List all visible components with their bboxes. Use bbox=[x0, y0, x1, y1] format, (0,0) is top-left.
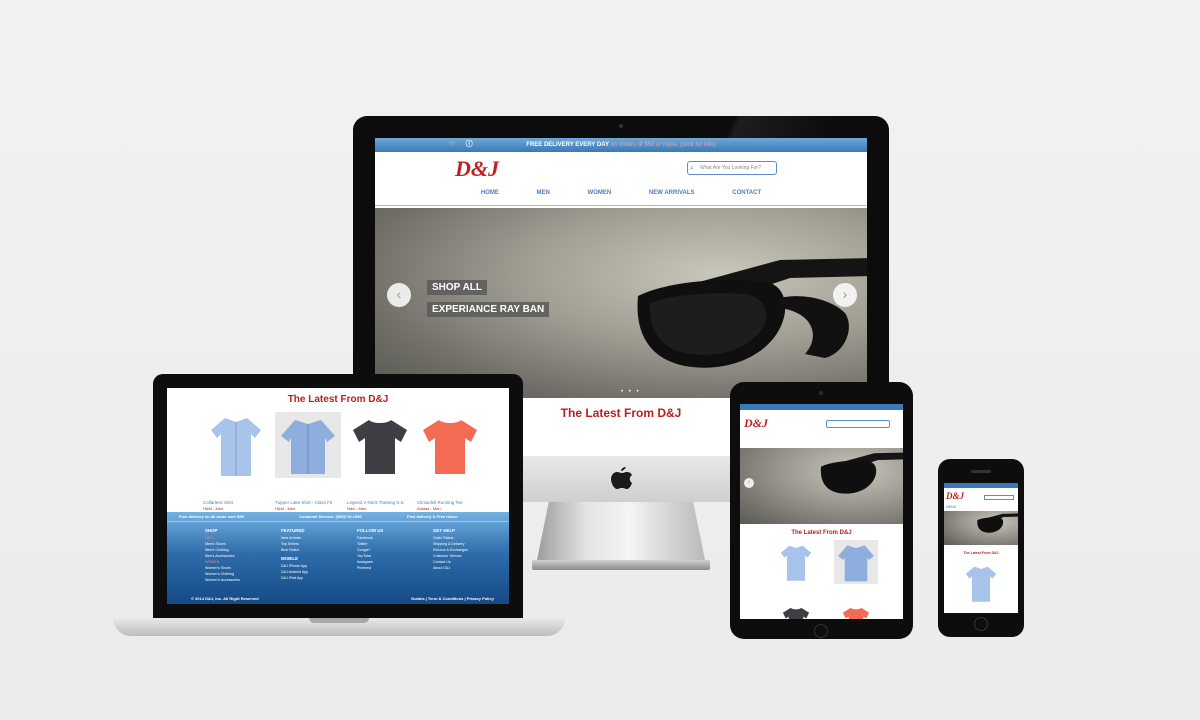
product-card[interactable]: Tupper Lake Shirt - Class Fit H&M - Men … bbox=[275, 412, 341, 519]
footer-link-pinterest[interactable]: Pinterest bbox=[357, 565, 383, 571]
macbook-base bbox=[113, 618, 565, 636]
iphone-device: D&J MENU The Latest From D&J bbox=[938, 459, 1024, 637]
latest-heading: The Latest From D&J bbox=[791, 530, 852, 536]
speaker bbox=[971, 470, 991, 473]
camera bbox=[819, 391, 823, 395]
footer-legal-links[interactable]: Guides | Term & Conditions | Privacy Pol… bbox=[411, 596, 494, 601]
home-button[interactable] bbox=[814, 624, 828, 638]
sunglasses-image bbox=[977, 513, 1018, 533]
product-image[interactable] bbox=[203, 412, 269, 478]
promo-topbar bbox=[740, 404, 903, 410]
brand-logo[interactable]: D&J bbox=[455, 156, 499, 182]
nav-women[interactable]: WOMEN bbox=[588, 190, 612, 196]
carousel-prev-button[interactable]: ‹ bbox=[387, 283, 411, 307]
nav-home[interactable]: HOME bbox=[481, 190, 499, 196]
copyright-text: © 2014 D&J, Inc. All Right Reserved bbox=[191, 596, 259, 601]
product-name[interactable]: Climachill Running Tee bbox=[417, 500, 483, 505]
imac-stand-base bbox=[532, 560, 710, 570]
nav-men[interactable]: MEN bbox=[537, 190, 550, 196]
product-card[interactable]: Collarless Shirt H&M - Men $24.95 bbox=[203, 412, 269, 519]
macbook-device: The Latest From D&J Collarless Shirt H&M… bbox=[153, 374, 523, 618]
site-footer: Free delivery on all order over $50 Cust… bbox=[167, 512, 509, 604]
product-image[interactable] bbox=[275, 412, 341, 478]
footer-link[interactable]: D&J iPad App bbox=[281, 575, 308, 581]
nav-divider bbox=[375, 205, 867, 206]
product-name[interactable]: Collarless Shirt bbox=[203, 500, 269, 505]
sunglasses-image bbox=[637, 258, 867, 368]
shirt-image[interactable] bbox=[961, 563, 1001, 603]
footer-shop-column: SHOP MEN Men's Shoes Men's Clothing Men'… bbox=[205, 528, 240, 583]
shop-all-tag[interactable]: SHOP ALL bbox=[427, 280, 488, 295]
carousel-next-button[interactable]: › bbox=[833, 283, 857, 307]
latest-heading: The Latest From D&J bbox=[287, 394, 389, 405]
product-image[interactable] bbox=[834, 540, 878, 584]
ipad-device: D&J ‹ The Latest From D&J bbox=[730, 382, 913, 639]
macbook-notch bbox=[309, 618, 369, 623]
brand-logo[interactable]: D&J bbox=[946, 491, 964, 501]
main-nav: HOME MEN WOMEN NEW ARRIVALS CONTACT bbox=[375, 190, 867, 196]
free-delivery-text: FREE DELIVERY EVERY DAY bbox=[526, 142, 609, 148]
footer-heading: SHOP bbox=[205, 528, 218, 533]
search-input[interactable] bbox=[984, 495, 1014, 500]
latest-heading: The Latest From D&J bbox=[963, 551, 999, 555]
menu-button[interactable]: MENU bbox=[946, 505, 956, 509]
product-name[interactable]: Legend V-Neck Training S.S. bbox=[347, 500, 413, 505]
search-input[interactable]: ⌕ What Are You Looking For? bbox=[687, 161, 777, 175]
sunglasses-image bbox=[820, 452, 903, 494]
footer-link[interactable]: About D&J bbox=[433, 565, 468, 571]
promo-topbar: 🛒 ⓘ FREE DELIVERY EVERY DAY on orders of… bbox=[375, 138, 867, 152]
return-info: Fast delivery & Free return bbox=[407, 514, 458, 519]
shirt-image bbox=[838, 545, 874, 582]
footer-heading: FEATURED bbox=[281, 528, 305, 533]
brand-logo[interactable]: D&J bbox=[744, 416, 768, 431]
footer-info-strip: Free delivery on all order over $50 Cust… bbox=[167, 512, 509, 522]
carousel-dots[interactable]: • • • bbox=[621, 389, 641, 395]
tshirt-image bbox=[423, 420, 477, 474]
shirt-image bbox=[211, 418, 261, 476]
search-placeholder: What Are You Looking For? bbox=[700, 165, 761, 171]
laptop-site: The Latest From D&J Collarless Shirt H&M… bbox=[167, 388, 509, 604]
product-brand: Adidas - Men bbox=[417, 506, 441, 511]
hero-carousel bbox=[944, 511, 1018, 545]
apple-icon bbox=[611, 467, 632, 489]
tshirt-image[interactable] bbox=[840, 604, 872, 619]
customer-service-info: Customer Service: (555)719-1980 bbox=[299, 514, 362, 519]
delivery-info: Free delivery on all order over $50 bbox=[179, 514, 244, 519]
hero-carousel: SHOP ALL EXPERIANCE RAY BAN ‹ › • • • bbox=[375, 208, 867, 398]
footer-link[interactable]: Women's Accessories bbox=[205, 577, 240, 583]
promo-topbar bbox=[944, 483, 1018, 488]
search-input[interactable] bbox=[826, 420, 890, 428]
cart-icon[interactable]: 🛒 ⓘ bbox=[449, 138, 476, 152]
product-brand: Nike - Men bbox=[347, 506, 367, 511]
shirt-image bbox=[281, 420, 335, 474]
product-image[interactable] bbox=[417, 412, 483, 478]
footer-featured-column: FEATURED New Arrivals Top Sellers Best R… bbox=[281, 528, 308, 581]
footer-heading: FOLLOW US bbox=[357, 528, 384, 533]
nav-contact[interactable]: CONTACT bbox=[732, 190, 761, 196]
tshirt-image bbox=[353, 420, 407, 474]
shirt-image[interactable] bbox=[776, 542, 816, 582]
product-name[interactable]: Tupper Lake Shirt - Class Fit bbox=[275, 500, 341, 505]
camera bbox=[619, 124, 623, 128]
footer-heading: GET HELP bbox=[433, 528, 455, 533]
hero-carousel: ‹ bbox=[740, 448, 903, 524]
ray-ban-tag[interactable]: EXPERIANCE RAY BAN bbox=[427, 302, 550, 317]
footer-follow-column: FOLLOW US Facebook Twitter Google+ YouTu… bbox=[357, 528, 383, 571]
promo-link[interactable]: on orders of $50 or more. (click for inf… bbox=[611, 142, 716, 148]
mobile-site: D&J MENU The Latest From D&J bbox=[944, 483, 1018, 613]
tablet-site: D&J ‹ The Latest From D&J bbox=[740, 404, 903, 619]
tshirt-image[interactable] bbox=[780, 604, 812, 619]
carousel-prev-button[interactable]: ‹ bbox=[744, 478, 754, 488]
product-card[interactable]: Legend V-Neck Training S.S. Nike - Men $… bbox=[347, 412, 413, 519]
search-icon: ⌕ bbox=[690, 165, 694, 172]
footer-link[interactable]: Best Rated bbox=[281, 547, 308, 553]
nav-new-arrivals[interactable]: NEW ARRIVALS bbox=[649, 190, 695, 196]
product-brand: H&M - Men bbox=[275, 506, 296, 511]
footer-help-column: GET HELP Order Status Shipping & Deliver… bbox=[433, 528, 468, 571]
product-brand: H&M - Men bbox=[203, 506, 224, 511]
product-card[interactable]: Climachill Running Tee Adidas - Men $40.… bbox=[417, 412, 483, 519]
footer-heading: MOBILE bbox=[281, 556, 299, 561]
product-image[interactable] bbox=[347, 412, 413, 478]
home-button[interactable] bbox=[974, 617, 988, 631]
